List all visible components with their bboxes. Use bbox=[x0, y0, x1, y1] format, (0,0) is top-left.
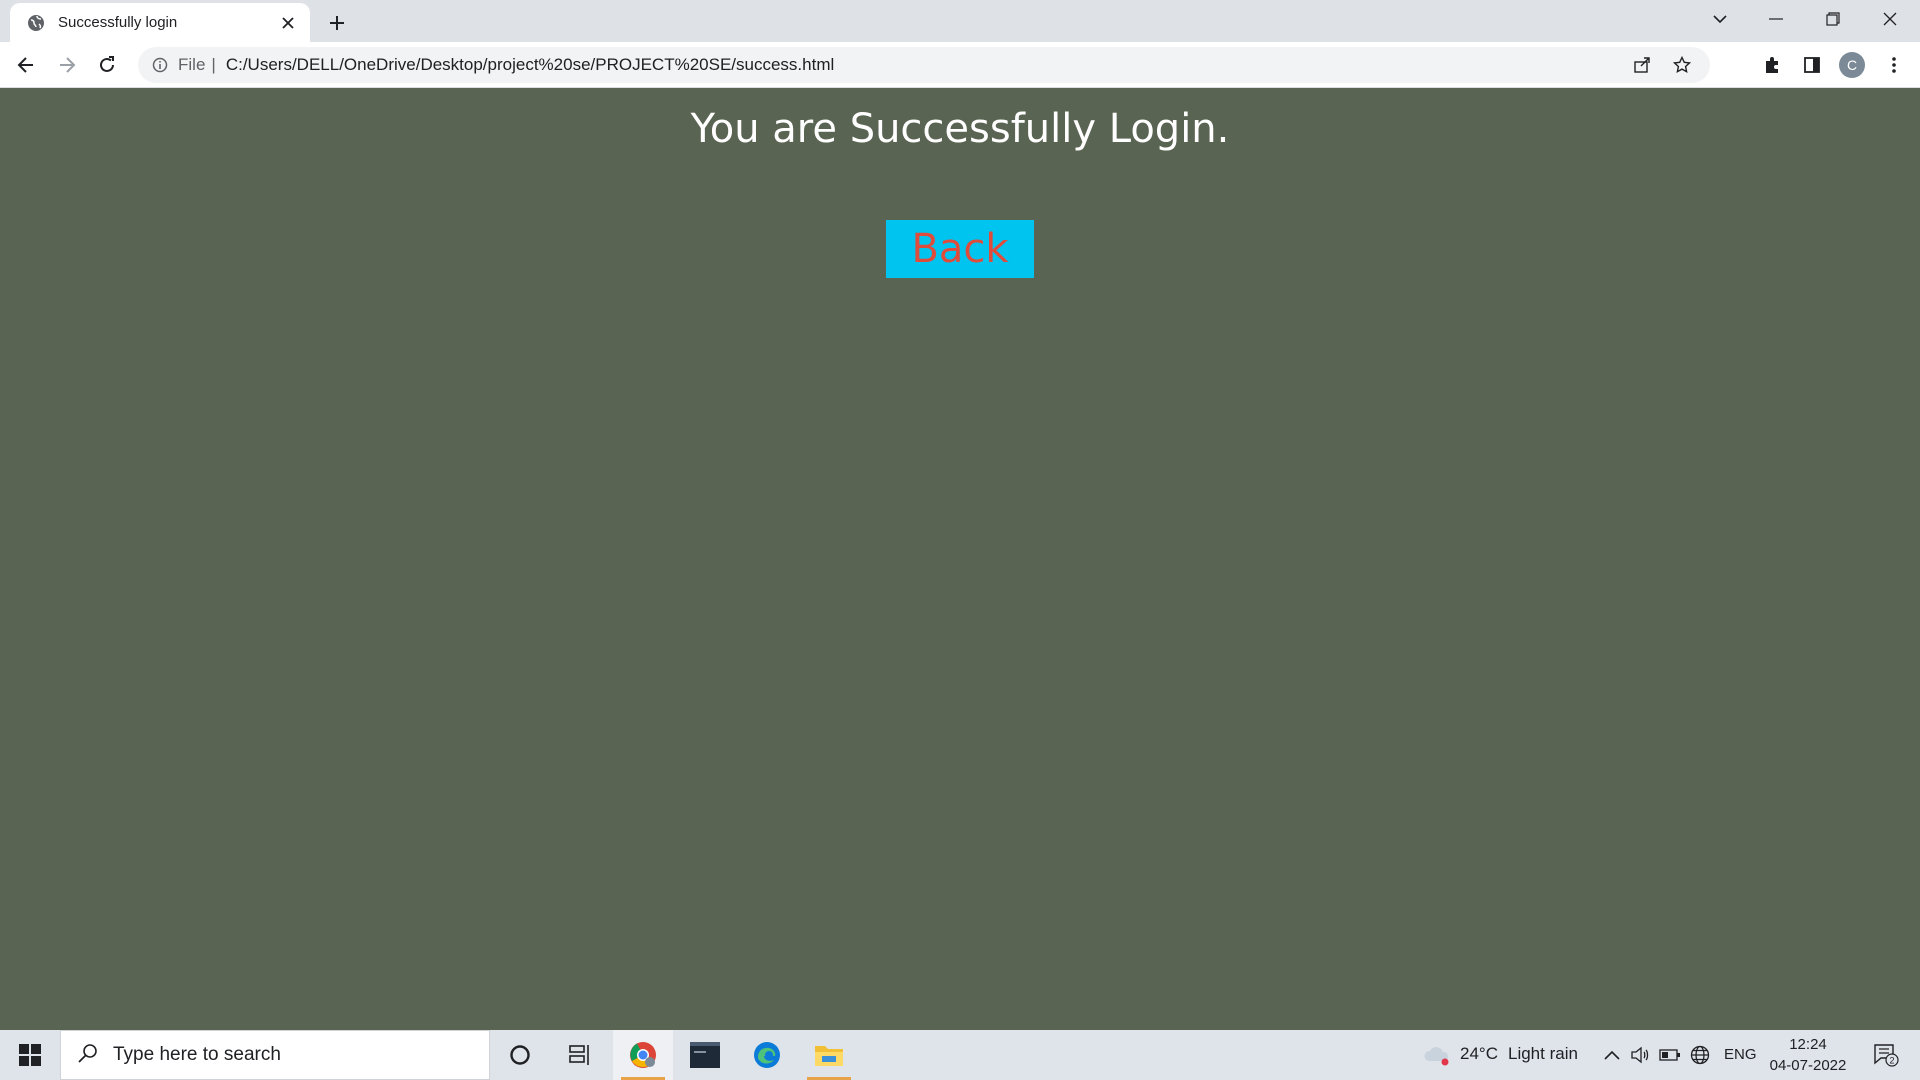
browser-tab-strip: Successfully login bbox=[0, 0, 1920, 42]
extensions-puzzle-icon[interactable] bbox=[1756, 49, 1788, 81]
bookmark-star-icon[interactable] bbox=[1666, 49, 1698, 81]
volume-icon[interactable] bbox=[1628, 1043, 1652, 1067]
search-icon bbox=[77, 1042, 99, 1069]
minimize-window-icon[interactable] bbox=[1748, 0, 1804, 38]
battery-icon[interactable] bbox=[1658, 1043, 1682, 1067]
search-placeholder: Type here to search bbox=[113, 1044, 281, 1065]
task-view-icon[interactable] bbox=[550, 1030, 610, 1080]
notification-center-icon[interactable]: 2 bbox=[1868, 1043, 1904, 1067]
notification-count: 2 bbox=[1889, 1056, 1894, 1066]
globe-icon bbox=[26, 13, 46, 33]
chrome-icon[interactable] bbox=[613, 1030, 673, 1080]
reload-icon[interactable] bbox=[91, 49, 123, 81]
clock-time: 12:24 bbox=[1789, 1036, 1827, 1053]
profile-initial: C bbox=[1839, 52, 1865, 78]
page-content: You are Successfully Login. Back bbox=[0, 88, 1920, 1030]
address-bar[interactable]: File | C:/Users/DELL/OneDrive/Desktop/pr… bbox=[138, 47, 1710, 83]
cortana-icon[interactable] bbox=[490, 1030, 550, 1080]
profile-avatar[interactable]: C bbox=[1836, 49, 1868, 81]
tab-title: Successfully login bbox=[58, 14, 178, 31]
page-title: You are Successfully Login. bbox=[690, 106, 1230, 152]
input-language[interactable]: ENG bbox=[1724, 1046, 1757, 1063]
clock-date: 04-07-2022 bbox=[1769, 1057, 1847, 1074]
close-tab-icon[interactable] bbox=[278, 13, 298, 33]
weather-description[interactable]: Light rain bbox=[1508, 1044, 1578, 1064]
back-arrow-icon[interactable] bbox=[10, 49, 42, 81]
windows-start-icon[interactable] bbox=[0, 1030, 60, 1080]
network-globe-icon[interactable] bbox=[1688, 1043, 1712, 1067]
url-scheme-label: File bbox=[178, 55, 206, 74]
browser-tab[interactable]: Successfully login bbox=[10, 3, 310, 42]
side-panel-icon[interactable] bbox=[1796, 49, 1828, 81]
weather-cloud-icon[interactable] bbox=[1422, 1043, 1454, 1067]
url-text[interactable]: C:/Users/DELL/OneDrive/Desktop/project%2… bbox=[226, 55, 834, 75]
more-menu-icon[interactable] bbox=[1878, 49, 1910, 81]
new-tab-button[interactable] bbox=[322, 9, 352, 37]
forward-arrow-icon[interactable] bbox=[51, 49, 83, 81]
show-hidden-icons-chevron-icon[interactable] bbox=[1600, 1043, 1624, 1067]
back-button[interactable]: Back bbox=[886, 220, 1034, 278]
url-separator: | bbox=[211, 55, 216, 74]
windows-taskbar: Type here to search 24°C Light rain ENG … bbox=[0, 1030, 1920, 1080]
edge-icon[interactable] bbox=[737, 1030, 797, 1080]
close-window-icon[interactable] bbox=[1862, 0, 1918, 38]
weather-temperature[interactable]: 24°C bbox=[1460, 1044, 1498, 1064]
info-icon[interactable] bbox=[150, 55, 170, 75]
taskbar-search-box[interactable]: Type here to search bbox=[60, 1030, 490, 1080]
tab-search-chevron-icon[interactable] bbox=[1692, 0, 1748, 38]
mysql-terminal-icon[interactable] bbox=[675, 1030, 735, 1080]
browser-toolbar: File | C:/Users/DELL/OneDrive/Desktop/pr… bbox=[0, 42, 1920, 88]
taskbar-clock[interactable]: 12:24 04-07-2022 bbox=[1758, 1034, 1858, 1076]
restore-window-icon[interactable] bbox=[1805, 0, 1861, 38]
share-icon[interactable] bbox=[1626, 49, 1658, 81]
file-explorer-icon[interactable] bbox=[799, 1030, 859, 1080]
